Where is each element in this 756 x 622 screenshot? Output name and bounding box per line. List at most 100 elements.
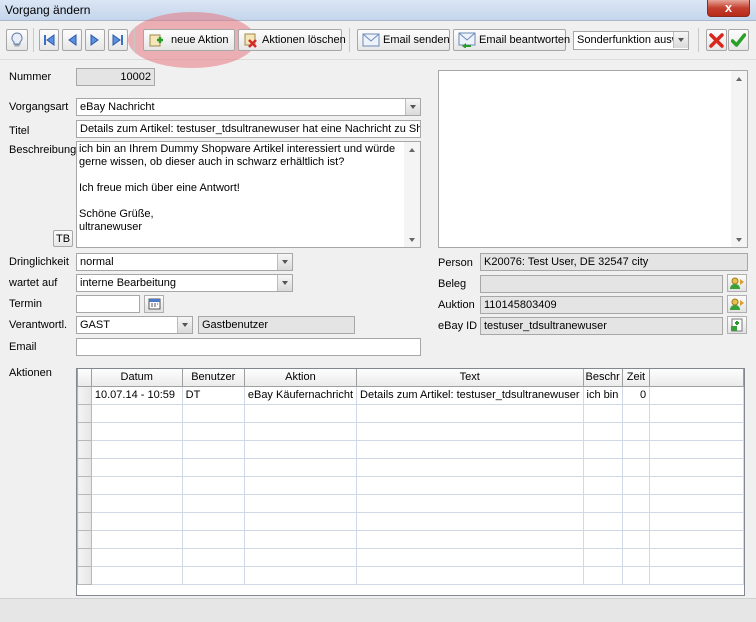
- table-cell[interactable]: [243, 457, 358, 477]
- table-cell[interactable]: [582, 457, 623, 477]
- row-indicator[interactable]: [77, 385, 92, 405]
- table-cell[interactable]: [356, 457, 584, 477]
- grid-column-header[interactable]: Benutzer: [181, 369, 245, 387]
- table-cell[interactable]: Details zum Artikel: testuser_tdsultrane…: [356, 385, 584, 405]
- row-indicator[interactable]: [77, 511, 92, 531]
- table-cell[interactable]: [181, 511, 245, 531]
- table-row[interactable]: [77, 475, 744, 495]
- table-cell[interactable]: [621, 565, 651, 585]
- row-indicator[interactable]: [77, 403, 92, 423]
- chevron-down-icon[interactable]: [277, 254, 292, 270]
- chevron-down-icon[interactable]: [673, 32, 688, 48]
- table-cell[interactable]: [582, 565, 623, 585]
- table-row[interactable]: [77, 493, 744, 513]
- table-row[interactable]: [77, 421, 744, 441]
- actions-grid[interactable]: Datum Benutzer Aktion Text Beschr Zeit 10.07.…: [76, 368, 745, 596]
- chevron-down-icon[interactable]: [405, 99, 420, 115]
- table-cell[interactable]: [90, 475, 183, 495]
- last-record-button[interactable]: [108, 29, 128, 51]
- table-cell[interactable]: [621, 547, 651, 567]
- preview-panel[interactable]: [438, 70, 748, 248]
- table-row[interactable]: [77, 403, 744, 423]
- send-email-button[interactable]: Email senden: [357, 29, 450, 51]
- table-cell[interactable]: 10.07.14 - 10:59: [90, 385, 183, 405]
- table-cell[interactable]: [90, 529, 183, 549]
- table-cell[interactable]: [582, 511, 623, 531]
- table-cell[interactable]: [243, 475, 358, 495]
- delete-actions-button[interactable]: Aktionen löschen: [238, 29, 346, 51]
- table-cell[interactable]: [356, 547, 584, 567]
- grid-column-header[interactable]: Text: [356, 369, 584, 387]
- table-cell[interactable]: [621, 511, 651, 531]
- verantwortl-select[interactable]: GAST: [76, 316, 193, 334]
- table-cell[interactable]: [181, 493, 245, 513]
- table-cell[interactable]: [181, 439, 245, 459]
- auktion-link-button[interactable]: [727, 295, 747, 313]
- table-row[interactable]: [77, 565, 744, 585]
- table-cell[interactable]: [356, 511, 584, 531]
- table-cell[interactable]: [621, 421, 651, 441]
- dringlichkeit-select[interactable]: normal: [76, 253, 293, 271]
- beleg-link-button[interactable]: [727, 274, 747, 292]
- table-cell[interactable]: eBay Käufernachricht: [243, 385, 358, 405]
- table-cell[interactable]: [181, 547, 245, 567]
- row-indicator[interactable]: [77, 475, 92, 495]
- table-cell[interactable]: [243, 511, 358, 531]
- table-cell[interactable]: [582, 475, 623, 495]
- calendar-button[interactable]: [144, 295, 164, 313]
- grid-column-header[interactable]: Datum: [90, 369, 183, 387]
- table-cell[interactable]: [621, 529, 651, 549]
- table-cell[interactable]: [243, 529, 358, 549]
- window-close-button[interactable]: x: [707, 0, 750, 17]
- table-cell[interactable]: [356, 439, 584, 459]
- table-cell[interactable]: [243, 547, 358, 567]
- titel-input[interactable]: Details zum Artikel: testuser_tdsultrane…: [76, 120, 421, 138]
- wartet-auf-select[interactable]: interne Bearbeitung: [76, 274, 293, 292]
- table-row[interactable]: [77, 529, 744, 549]
- previous-record-button[interactable]: [62, 29, 82, 51]
- table-row[interactable]: [77, 547, 744, 567]
- new-action-button[interactable]: neue Aktion: [143, 29, 235, 51]
- table-cell[interactable]: [356, 475, 584, 495]
- row-indicator[interactable]: [77, 457, 92, 477]
- row-indicator[interactable]: [77, 529, 92, 549]
- first-record-button[interactable]: [39, 29, 59, 51]
- chevron-down-icon[interactable]: [277, 275, 292, 291]
- table-cell[interactable]: [621, 475, 651, 495]
- special-function-select[interactable]: Sonderfunktion ausw: [573, 31, 689, 50]
- table-cell[interactable]: [181, 421, 245, 441]
- table-row[interactable]: 10.07.14 - 10:59 DT eBay Käufernachricht De…: [77, 385, 744, 405]
- table-cell[interactable]: [582, 421, 623, 441]
- table-cell[interactable]: [181, 403, 245, 423]
- table-cell[interactable]: [90, 565, 183, 585]
- grid-column-header[interactable]: Beschr: [582, 369, 623, 387]
- next-record-button[interactable]: [85, 29, 105, 51]
- nummer-field[interactable]: 10002: [76, 68, 155, 86]
- email-input[interactable]: [76, 338, 421, 356]
- table-cell[interactable]: [243, 565, 358, 585]
- table-cell[interactable]: [181, 475, 245, 495]
- grid-column-header[interactable]: Zeit: [621, 369, 651, 387]
- tb-button[interactable]: TB: [53, 230, 73, 247]
- table-row[interactable]: [77, 439, 744, 459]
- grid-column-header[interactable]: Aktion: [243, 369, 358, 387]
- row-indicator[interactable]: [77, 421, 92, 441]
- beschreibung-scrollbar[interactable]: [404, 142, 420, 247]
- confirm-button[interactable]: [728, 29, 749, 51]
- cancel-button[interactable]: [706, 29, 727, 51]
- table-cell[interactable]: [90, 403, 183, 423]
- row-indicator[interactable]: [77, 493, 92, 513]
- beschreibung-textarea[interactable]: ich bin an Ihrem Dummy Shopware Artikel …: [76, 141, 421, 248]
- preview-scrollbar[interactable]: [731, 71, 747, 247]
- row-indicator[interactable]: [77, 565, 92, 585]
- table-cell[interactable]: [181, 565, 245, 585]
- table-cell[interactable]: DT: [181, 385, 245, 405]
- vorgangsart-select[interactable]: eBay Nachricht: [76, 98, 421, 116]
- table-cell[interactable]: [356, 565, 584, 585]
- row-indicator[interactable]: [77, 547, 92, 567]
- table-cell[interactable]: [582, 529, 623, 549]
- table-cell[interactable]: [621, 439, 651, 459]
- chevron-down-icon[interactable]: [177, 317, 192, 333]
- table-cell[interactable]: 0: [621, 385, 651, 405]
- row-indicator[interactable]: [77, 439, 92, 459]
